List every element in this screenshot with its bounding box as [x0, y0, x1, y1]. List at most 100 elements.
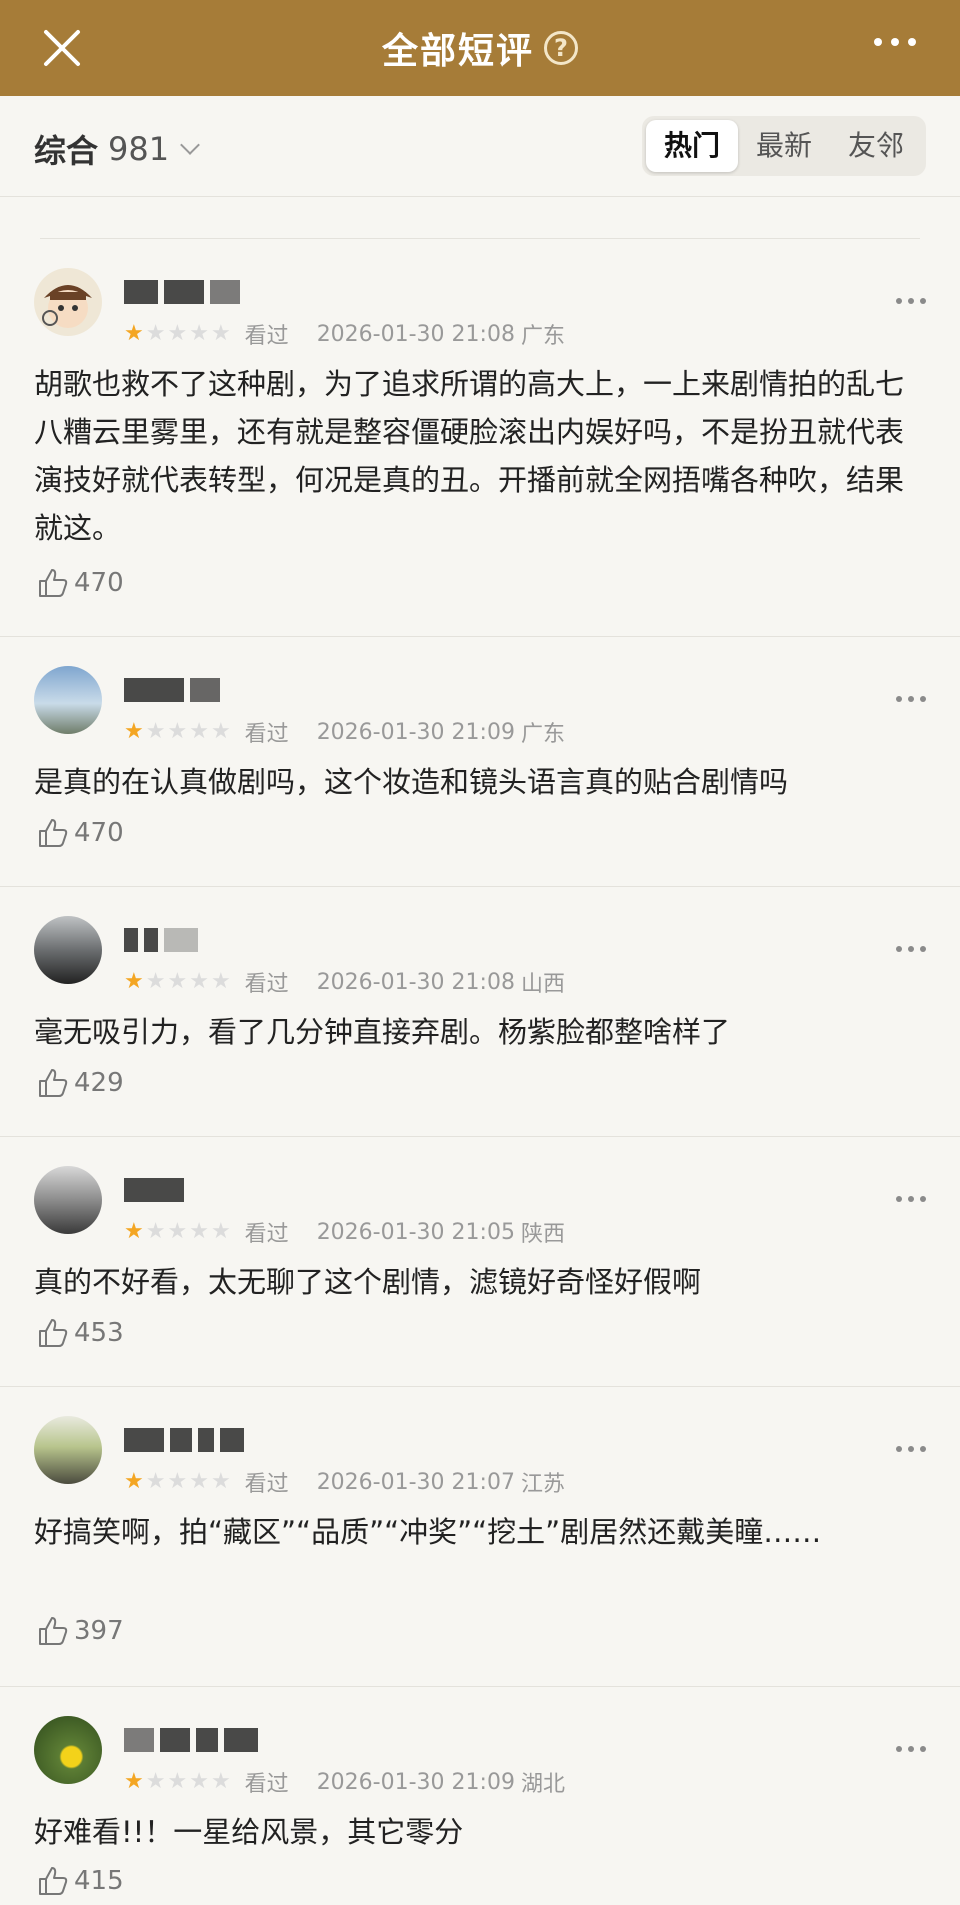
watch-status: 看过 [244, 1222, 289, 1247]
rating-stars: ★ ★ ★ ★ ★ [124, 971, 231, 993]
avatar[interactable] [34, 666, 102, 734]
watch-status: 看过 [244, 972, 289, 997]
review-meta: ★ ★ ★ ★ ★ 看过 2026-01-30 21:08 山西 [124, 966, 565, 998]
like-button[interactable]: 470 [36, 566, 124, 600]
star-empty-icon: ★ [210, 719, 231, 744]
like-count: 429 [74, 1068, 124, 1098]
username-redacted[interactable] [124, 678, 220, 702]
review-item: ★ ★ ★ ★ ★ 看过 2026-01-30 21:05 陕西 真的不好看，太无聊了这… [0, 1136, 960, 1387]
avatar[interactable] [34, 916, 102, 984]
star-filled-icon: ★ [124, 969, 144, 994]
review-text: 毫无吸引力，看了几分钟直接弃剧。杨紫脸都整啥样了 [34, 1015, 731, 1049]
like-count: 415 [74, 1866, 124, 1896]
chevron-down-icon [180, 135, 200, 155]
like-count: 397 [74, 1616, 124, 1646]
rating-stars: ★ ★ ★ ★ ★ [124, 323, 231, 345]
thumbs-up-icon [39, 1319, 68, 1347]
rating-stars: ★ ★ ★ ★ ★ [124, 1221, 231, 1243]
like-button[interactable]: 415 [36, 1864, 124, 1898]
star-empty-icon: ★ [167, 1469, 188, 1494]
avatar[interactable] [34, 1416, 102, 1484]
avatar[interactable] [34, 1716, 102, 1784]
review-location: 广东 [520, 324, 565, 349]
avatar[interactable] [34, 268, 102, 336]
like-button[interactable]: 470 [36, 816, 124, 850]
star-empty-icon: ★ [145, 1219, 166, 1244]
star-empty-icon: ★ [210, 969, 231, 994]
close-button[interactable] [36, 22, 88, 74]
review-time: 2026-01-30 21:08 [316, 969, 515, 995]
star-empty-icon: ★ [189, 1769, 209, 1794]
review-item: ★ ★ ★ ★ ★ 看过 2026-01-30 21:09 广东 是真的在认真做剧吗，这… [0, 636, 960, 887]
star-filled-icon: ★ [124, 1219, 144, 1244]
like-button[interactable]: 429 [36, 1066, 124, 1100]
tab-latest[interactable]: 最新 [738, 120, 830, 172]
like-button[interactable]: 397 [36, 1614, 124, 1648]
review-item: ★ ★ ★ ★ ★ 看过 2026-01-30 21:08 山西 毫无吸引力，看了几分钟… [0, 886, 960, 1137]
review-more-button[interactable] [896, 1446, 926, 1452]
help-circle-icon[interactable]: ? [544, 31, 578, 65]
rating-stars: ★ ★ ★ ★ ★ [124, 1771, 231, 1793]
review-more-button[interactable] [896, 696, 926, 702]
review-time: 2026-01-30 21:05 [316, 1219, 515, 1245]
like-count: 453 [74, 1318, 124, 1348]
page-title: 全部短评 [381, 31, 534, 72]
review-item: ★ ★ ★ ★ ★ 看过 2026-01-30 21:07 江苏 好搞笑啊，拍“藏区”“… [0, 1386, 960, 1687]
review-time: 2026-01-30 21:08 [316, 321, 515, 347]
thumbs-up-icon [39, 819, 68, 847]
star-filled-icon: ★ [124, 1469, 144, 1494]
avatar-image [42, 285, 92, 328]
review-text: 真的不好看，太无聊了这个剧情，滤镜好奇怪好假啊 [34, 1265, 702, 1299]
star-empty-icon: ★ [189, 1469, 209, 1494]
review-location: 广东 [520, 722, 565, 747]
star-empty-icon: ★ [189, 969, 209, 994]
review-more-button[interactable] [896, 298, 926, 304]
username-redacted[interactable] [124, 928, 198, 952]
watch-status: 看过 [244, 1772, 289, 1797]
star-empty-icon: ★ [189, 719, 209, 744]
username-redacted[interactable] [124, 280, 240, 304]
avatar[interactable] [34, 1166, 102, 1234]
star-empty-icon: ★ [189, 321, 209, 346]
review-meta: ★ ★ ★ ★ ★ 看过 2026-01-30 21:07 江苏 [124, 1466, 565, 1498]
review-text: 好难看!!！一星给风景，其它零分 [34, 1815, 464, 1849]
watch-status: 看过 [244, 722, 289, 747]
star-empty-icon: ★ [145, 1469, 166, 1494]
more-options-button[interactable] [874, 38, 916, 46]
star-empty-icon: ★ [145, 1769, 166, 1794]
review-more-button[interactable] [896, 1196, 926, 1202]
review-time: 2026-01-30 21:09 [316, 1769, 515, 1795]
watch-status: 看过 [244, 1472, 289, 1497]
thumbs-up-icon [39, 569, 68, 597]
tab-friends[interactable]: 友邻 [830, 120, 922, 172]
review-meta: ★ ★ ★ ★ ★ 看过 2026-01-30 21:09 广东 [124, 716, 565, 748]
dot-icon [908, 38, 916, 46]
partial-review-row [40, 178, 920, 239]
tab-hot[interactable]: 热门 [645, 120, 738, 172]
review-location: 江苏 [520, 1472, 565, 1497]
like-button[interactable]: 453 [36, 1316, 124, 1350]
like-count: 470 [74, 818, 124, 848]
sort-label: 综合 [34, 132, 99, 170]
review-text: 胡歌也救不了这种剧，为了追求所谓的高大上，一上来剧情拍的乱七八糟云里雾里，还有就… [34, 367, 905, 545]
review-text: 是真的在认真做剧吗，这个妆造和镜头语言真的贴合剧情吗 [34, 765, 789, 799]
sort-tabs: 热门 最新 友邻 [641, 116, 926, 176]
star-empty-icon: ★ [189, 1219, 209, 1244]
sort-dropdown[interactable]: 综合 981 [34, 126, 200, 172]
rating-stars: ★ ★ ★ ★ ★ [124, 1471, 231, 1493]
like-count: 470 [74, 568, 124, 598]
review-time: 2026-01-30 21:09 [316, 719, 515, 745]
review-meta: ★ ★ ★ ★ ★ 看过 2026-01-30 21:05 陕西 [124, 1216, 565, 1248]
review-count: 981 [108, 130, 170, 168]
app-header: 全部短评 ? [0, 0, 960, 96]
close-icon[interactable] [36, 22, 88, 74]
username-redacted[interactable] [124, 1728, 258, 1752]
review-more-button[interactable] [896, 946, 926, 952]
review-location: 山西 [520, 972, 565, 997]
username-redacted[interactable] [124, 1178, 184, 1202]
review-item: ★ ★ ★ ★ ★ 看过 2026-01-30 21:08 广东 胡歌也救不了这种剧，为… [0, 238, 960, 637]
review-more-button[interactable] [896, 1746, 926, 1752]
star-empty-icon: ★ [145, 969, 166, 994]
username-redacted[interactable] [124, 1428, 244, 1452]
star-filled-icon: ★ [124, 1769, 144, 1794]
